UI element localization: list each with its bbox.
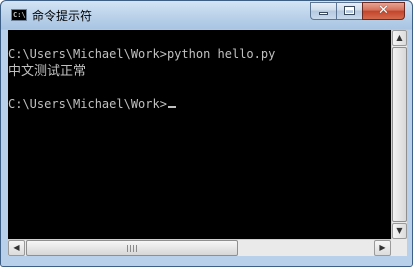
scrollbar-corner (391, 239, 407, 256)
down-arrow-icon: ▼ (396, 226, 403, 235)
scroll-right-button[interactable]: ▶ (374, 240, 391, 256)
thumb-grip-icon (127, 245, 137, 252)
scroll-left-button[interactable]: ◀ (8, 240, 25, 256)
console-app-icon[interactable]: C:\ (11, 9, 27, 21)
command-prompt-window: C:\ 命令提示符 ✕ C:\Users\Michael\Work>python… (0, 0, 413, 267)
caption-buttons: ✕ (310, 2, 405, 21)
horizontal-scroll-thumb[interactable] (26, 240, 238, 256)
console-output-area[interactable]: C:\Users\Michael\Work>python hello.py 中文… (8, 30, 391, 239)
scroll-down-button[interactable]: ▼ (392, 223, 407, 239)
console-line-command: C:\Users\Michael\Work>python hello.py (8, 47, 276, 61)
close-icon: ✕ (378, 3, 389, 18)
up-arrow-icon: ▲ (396, 33, 403, 42)
prompt-text: C:\Users\Michael\Work> (8, 97, 167, 111)
maximize-icon (344, 6, 355, 15)
minimize-icon (319, 12, 328, 15)
text-cursor (167, 106, 176, 108)
title-bar[interactable]: C:\ 命令提示符 ✕ (1, 1, 412, 29)
vertical-scroll-thumb[interactable] (392, 47, 407, 222)
minimize-button[interactable] (310, 2, 336, 20)
console-line-prompt[interactable]: C:\Users\Michael\Work> (8, 97, 176, 112)
horizontal-scrollbar[interactable]: ◀ ▶ (8, 239, 391, 256)
close-button[interactable]: ✕ (362, 2, 405, 20)
console-line-output: 中文测试正常 (8, 64, 87, 79)
scroll-up-button[interactable]: ▲ (392, 30, 407, 46)
maximize-button[interactable] (336, 2, 362, 20)
right-arrow-icon: ▶ (379, 243, 386, 252)
window-title: 命令提示符 (32, 9, 93, 23)
left-arrow-icon: ◀ (13, 243, 20, 252)
vertical-scrollbar[interactable]: ▲ ▼ (391, 30, 407, 239)
